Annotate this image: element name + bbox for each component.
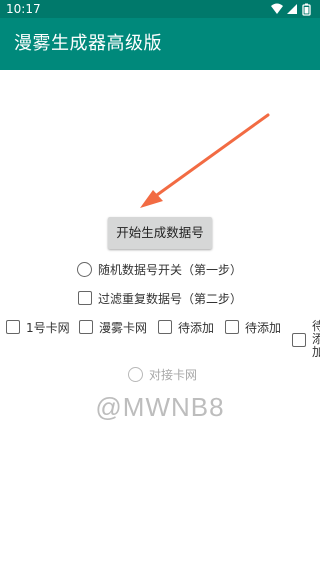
checkbox-box[interactable] (225, 320, 239, 334)
start-generate-button[interactable]: 开始生成数据号 (108, 217, 212, 249)
card-label-2: 漫雾卡网 (99, 320, 148, 335)
checkbox-box[interactable] (158, 320, 172, 334)
connect-card-label: 对接卡网 (149, 367, 198, 382)
checkbox-box[interactable] (79, 320, 93, 334)
annotation-arrow (140, 113, 270, 208)
card-checkbox-1[interactable]: 1号卡网 (6, 318, 70, 336)
random-switch-label: 随机数据号开关（第一步） (98, 262, 243, 277)
random-switch-radio[interactable]: 随机数据号开关（第一步） (77, 260, 242, 278)
checkbox-box[interactable] (78, 291, 92, 305)
card-checkbox-2[interactable]: 漫雾卡网 (79, 318, 147, 336)
connect-card-radio[interactable]: 对接卡网 (128, 365, 197, 383)
card-checkbox-4[interactable]: 待添加 (225, 318, 281, 336)
radio-circle[interactable] (77, 261, 92, 277)
card-checkbox-5[interactable] (292, 333, 306, 347)
card-label-3: 待添加 (178, 320, 215, 335)
checkbox-box[interactable] (6, 320, 20, 334)
card-checkbox-3[interactable]: 待添加 (158, 318, 214, 336)
card-label-1: 1号卡网 (26, 320, 70, 335)
watermark-text: @MWNB8 (95, 392, 225, 422)
card-label-4: 待添加 (245, 320, 282, 335)
radio-circle[interactable] (128, 366, 143, 382)
filter-duplicates-checkbox[interactable]: 过滤重复数据号（第二步） (78, 289, 242, 307)
filter-duplicates-label: 过滤重复数据号（第二步） (98, 291, 243, 306)
card-label-5: 待添加 (312, 319, 320, 359)
